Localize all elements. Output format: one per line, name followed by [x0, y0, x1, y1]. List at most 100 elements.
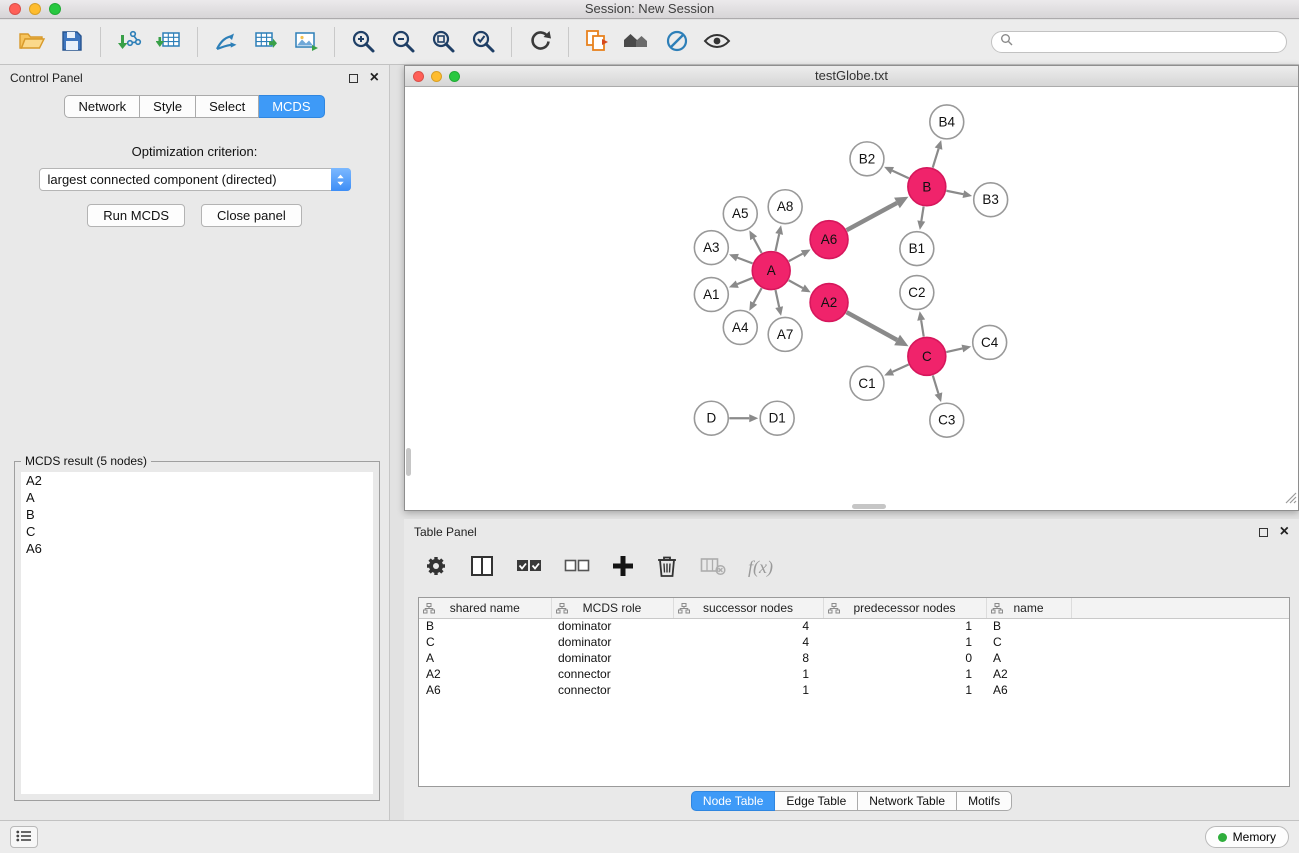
add-column-button[interactable]	[612, 555, 634, 580]
minimize-window-button[interactable]	[29, 3, 41, 15]
node-A4[interactable]: A4	[723, 310, 757, 344]
result-item[interactable]: A6	[21, 540, 373, 557]
node-C[interactable]: C	[908, 337, 946, 375]
home-button[interactable]	[617, 23, 657, 61]
export-network-button[interactable]	[206, 23, 246, 61]
tab-network[interactable]: Network	[64, 95, 140, 118]
edge-A2-C[interactable]	[847, 312, 909, 346]
zoom-out-button[interactable]	[383, 23, 423, 61]
node-B4[interactable]: B4	[930, 105, 964, 139]
resize-grip-icon[interactable]	[1285, 491, 1297, 509]
graphics-details-button[interactable]	[697, 23, 737, 61]
edge-B-B3[interactable]	[946, 190, 972, 198]
node-A[interactable]: A	[752, 252, 790, 290]
edge-A-A5[interactable]	[749, 230, 761, 253]
result-item[interactable]: C	[21, 523, 373, 540]
mcds-result-list[interactable]: A2ABCA6	[21, 472, 373, 794]
edge-A-A3[interactable]	[729, 254, 753, 263]
edge-D-D1[interactable]	[729, 414, 758, 422]
import-network-button[interactable]	[109, 23, 149, 61]
node-D[interactable]: D	[694, 401, 728, 435]
table-settings-button[interactable]	[424, 554, 448, 581]
node-B3[interactable]: B3	[974, 183, 1008, 217]
memory-button[interactable]: Memory	[1205, 826, 1289, 848]
node-D1[interactable]: D1	[760, 401, 794, 435]
node-table[interactable]: shared nameMCDS rolesuccessor nodesprede…	[418, 597, 1290, 787]
tab-node-table[interactable]: Node Table	[691, 791, 776, 811]
network-zoom-button[interactable]	[449, 71, 460, 82]
node-B[interactable]: B	[908, 168, 946, 206]
edge-A-A4[interactable]	[749, 288, 761, 311]
column-header-mcds-role[interactable]: MCDS role	[551, 598, 673, 618]
horizontal-scrollbar-thumb[interactable]	[852, 504, 886, 509]
close-panel-icon[interactable]: ×	[1280, 524, 1289, 540]
column-header-shared-name[interactable]: shared name	[419, 598, 551, 618]
save-session-button[interactable]	[52, 23, 92, 61]
table-row[interactable]: Cdominator41C	[419, 634, 1289, 650]
node-C2[interactable]: C2	[900, 276, 934, 310]
node-A8[interactable]: A8	[768, 190, 802, 224]
table-row[interactable]: A6connector11A6	[419, 682, 1289, 698]
edge-B-B2[interactable]	[884, 167, 909, 178]
search-input[interactable]	[1018, 35, 1278, 49]
network-canvas[interactable]: B4B2BB3A5A8A6A3B1AA1C2A2A4A7CC4C1C3DD1	[405, 88, 1298, 510]
edge-A-A1[interactable]	[729, 278, 753, 288]
network-window-titlebar[interactable]: testGlobe.txt	[405, 66, 1298, 87]
close-window-button[interactable]	[9, 3, 21, 15]
result-item[interactable]: A	[21, 489, 373, 506]
import-table-button[interactable]	[149, 23, 189, 61]
node-A1[interactable]: A1	[694, 278, 728, 312]
export-image-button[interactable]	[286, 23, 326, 61]
table-row[interactable]: Bdominator41B	[419, 618, 1289, 634]
float-panel-icon[interactable]	[349, 74, 358, 83]
node-A2[interactable]: A2	[810, 284, 848, 322]
column-header-name[interactable]: name	[986, 598, 1071, 618]
table-row[interactable]: Adominator80A	[419, 650, 1289, 666]
edge-A-A7[interactable]	[775, 290, 783, 316]
select-all-button[interactable]	[516, 558, 542, 577]
delete-column-button[interactable]	[656, 554, 678, 581]
edge-C-C2[interactable]	[917, 311, 925, 336]
edge-B-B4[interactable]	[933, 140, 943, 168]
close-panel-icon[interactable]: ×	[370, 70, 379, 86]
annotations-toggle-button[interactable]	[657, 23, 697, 61]
edge-C-C4[interactable]	[946, 345, 971, 353]
delete-table-button[interactable]	[700, 556, 726, 579]
criterion-select[interactable]: largest connected component (directed)	[39, 168, 351, 191]
float-panel-icon[interactable]	[1259, 528, 1268, 537]
tab-select[interactable]: Select	[196, 95, 259, 118]
function-builder-button[interactable]: f(x)	[748, 557, 773, 578]
network-close-button[interactable]	[413, 71, 424, 82]
column-header-predecessor-nodes[interactable]: predecessor nodes	[823, 598, 986, 618]
edge-A-A2[interactable]	[789, 280, 811, 292]
tab-edge-table[interactable]: Edge Table	[775, 791, 858, 811]
node-C4[interactable]: C4	[973, 325, 1007, 359]
node-A5[interactable]: A5	[723, 197, 757, 231]
show-columns-button[interactable]	[470, 555, 494, 580]
edge-A6-B[interactable]	[847, 197, 909, 230]
task-history-button[interactable]	[10, 826, 38, 848]
zoom-window-button[interactable]	[49, 3, 61, 15]
deselect-all-button[interactable]	[564, 558, 590, 577]
tab-motifs[interactable]: Motifs	[957, 791, 1012, 811]
vertical-scrollbar-thumb[interactable]	[406, 448, 411, 476]
zoom-selected-button[interactable]	[463, 23, 503, 61]
tab-style[interactable]: Style	[140, 95, 196, 118]
tab-mcds[interactable]: MCDS	[259, 95, 324, 118]
run-mcds-button[interactable]: Run MCDS	[87, 204, 185, 227]
result-item[interactable]: B	[21, 506, 373, 523]
close-panel-button[interactable]: Close panel	[201, 204, 302, 227]
edge-A-A8[interactable]	[775, 225, 783, 251]
zoom-in-button[interactable]	[343, 23, 383, 61]
network-minimize-button[interactable]	[431, 71, 442, 82]
open-session-button[interactable]	[12, 23, 52, 61]
export-table-button[interactable]	[246, 23, 286, 61]
node-C1[interactable]: C1	[850, 366, 884, 400]
node-B1[interactable]: B1	[900, 232, 934, 266]
node-C3[interactable]: C3	[930, 403, 964, 437]
table-row[interactable]: A2connector11A2	[419, 666, 1289, 682]
snapshot-button[interactable]	[577, 23, 617, 61]
edge-B-B1[interactable]	[917, 206, 925, 229]
edge-A-A6[interactable]	[789, 250, 811, 262]
node-A7[interactable]: A7	[768, 317, 802, 351]
